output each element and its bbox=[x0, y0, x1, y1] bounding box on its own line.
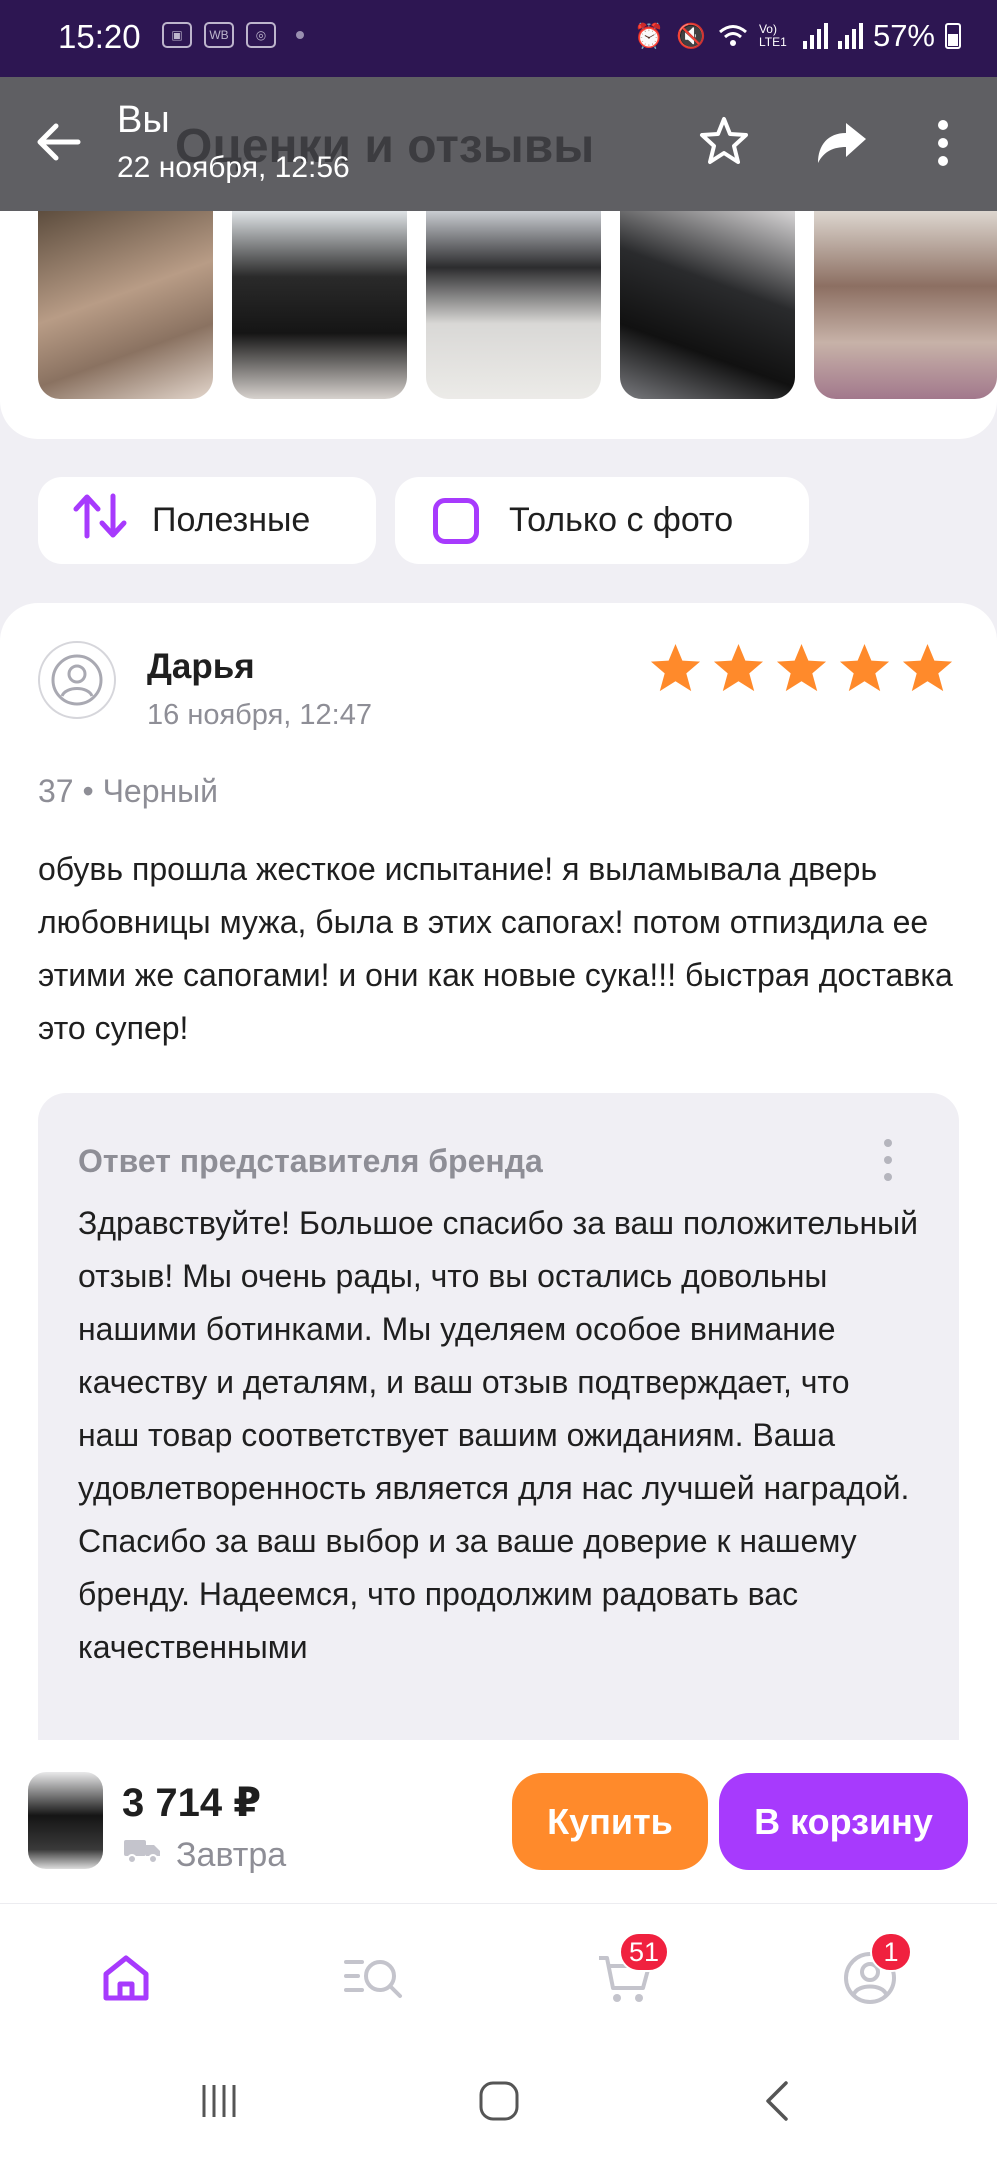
brand-reply-text: Здравствуйте! Большое спасибо за ваш пол… bbox=[78, 1205, 918, 1665]
back-chevron-icon[interactable] bbox=[748, 2071, 808, 2131]
status-bar: 15:20 ▣ WB ◎ ⏰ 🔇 Vo) LTE1 57% bbox=[0, 0, 997, 77]
product-thumbnail[interactable] bbox=[28, 1772, 103, 1869]
signal-icon-2 bbox=[837, 23, 863, 49]
share-icon[interactable] bbox=[812, 115, 872, 171]
recent-apps-icon[interactable] bbox=[190, 2071, 250, 2131]
review-photo-thumbnail[interactable] bbox=[814, 211, 997, 399]
avatar bbox=[38, 641, 116, 719]
signal-icon bbox=[802, 23, 828, 49]
purchase-bar: 3 714 ₽ Завтра Купить В корзину bbox=[0, 1740, 997, 1903]
review-photo-thumbnail[interactable] bbox=[426, 211, 601, 399]
rating-stars bbox=[648, 641, 955, 696]
star-filled-icon bbox=[839, 643, 890, 692]
tab-cart[interactable]: 51 bbox=[595, 1932, 670, 2008]
review-date: 16 ноября, 12:47 bbox=[147, 699, 372, 731]
more-options-icon[interactable] bbox=[928, 115, 958, 171]
cart-count-badge: 51 bbox=[619, 1932, 670, 1972]
star-filled-icon bbox=[902, 643, 953, 692]
sort-useful-chip[interactable]: Полезные bbox=[38, 477, 376, 564]
alarm-icon: ⏰ bbox=[634, 22, 664, 50]
catalog-search-icon bbox=[344, 1960, 402, 1998]
status-time: 15:20 bbox=[58, 18, 141, 55]
review-photo-thumbnail[interactable] bbox=[38, 211, 213, 399]
reply-more-options-icon[interactable] bbox=[878, 1135, 898, 1185]
mute-icon: 🔇 bbox=[676, 22, 706, 50]
notification-icons: ▣ WB ◎ bbox=[162, 22, 304, 48]
add-to-cart-button[interactable]: В корзину bbox=[719, 1773, 968, 1870]
review-author: Дарья bbox=[147, 647, 255, 686]
tab-home[interactable] bbox=[96, 1948, 156, 2008]
star-filled-icon bbox=[776, 643, 827, 692]
battery-icon bbox=[945, 23, 961, 49]
home-circle-icon[interactable] bbox=[469, 2071, 529, 2131]
status-right: ⏰ 🔇 Vo) LTE1 57% bbox=[633, 18, 961, 54]
battery-percent: 57% bbox=[872, 18, 935, 53]
sort-arrows-icon bbox=[72, 492, 128, 549]
review-variant: 37 • Черный bbox=[38, 773, 219, 809]
review-photo-thumbnail[interactable] bbox=[232, 211, 407, 399]
header-title: Вы bbox=[117, 99, 170, 141]
wb-notification-icon: WB bbox=[204, 22, 234, 48]
system-navigation-bar bbox=[0, 2043, 997, 2160]
header-subtitle: 22 ноября, 12:56 bbox=[117, 151, 350, 184]
review-photos-strip bbox=[0, 211, 997, 439]
star-filled-icon bbox=[713, 643, 764, 692]
app-notification-icon: ◎ bbox=[246, 22, 276, 48]
top-app-bar: Оценки и отзывы Вы 22 ноября, 12:56 bbox=[0, 77, 997, 211]
photo-only-checkbox[interactable] bbox=[433, 497, 479, 544]
photo-only-filter-chip[interactable]: Только с фото bbox=[395, 477, 809, 564]
wifi-icon bbox=[717, 21, 749, 51]
gallery-icon: ▣ bbox=[162, 22, 192, 48]
brand-reply-title: Ответ представителя бренда bbox=[78, 1143, 543, 1179]
review-text: обувь прошла жесткое испытание! я выламы… bbox=[38, 851, 953, 1046]
tab-profile[interactable]: 1 bbox=[840, 1932, 912, 2008]
delivery-info: Завтра bbox=[122, 1836, 286, 1875]
product-price: 3 714 ₽ bbox=[122, 1781, 262, 1825]
more-notifications-dot bbox=[296, 31, 304, 39]
home-icon bbox=[103, 1955, 149, 2001]
buy-now-button[interactable]: Купить bbox=[512, 1773, 708, 1870]
review-card: Дарья 16 ноября, 12:47 37 • Черный обувь… bbox=[0, 603, 997, 1903]
star-icon[interactable] bbox=[696, 113, 752, 169]
truck-icon bbox=[122, 1836, 162, 1875]
profile-notification-badge: 1 bbox=[870, 1932, 912, 1972]
bottom-tab-bar: 51 1 bbox=[0, 1903, 997, 2043]
star-filled-icon bbox=[650, 643, 701, 692]
review-photo-thumbnail[interactable] bbox=[620, 211, 795, 399]
sort-useful-label: Полезные bbox=[152, 501, 311, 539]
lte-label: Vo) LTE1 bbox=[758, 22, 787, 49]
tab-catalog[interactable] bbox=[342, 1948, 402, 2008]
back-arrow-icon[interactable] bbox=[30, 112, 90, 172]
delivery-label: Завтра bbox=[176, 1836, 287, 1874]
photo-only-label: Только с фото bbox=[509, 501, 734, 539]
